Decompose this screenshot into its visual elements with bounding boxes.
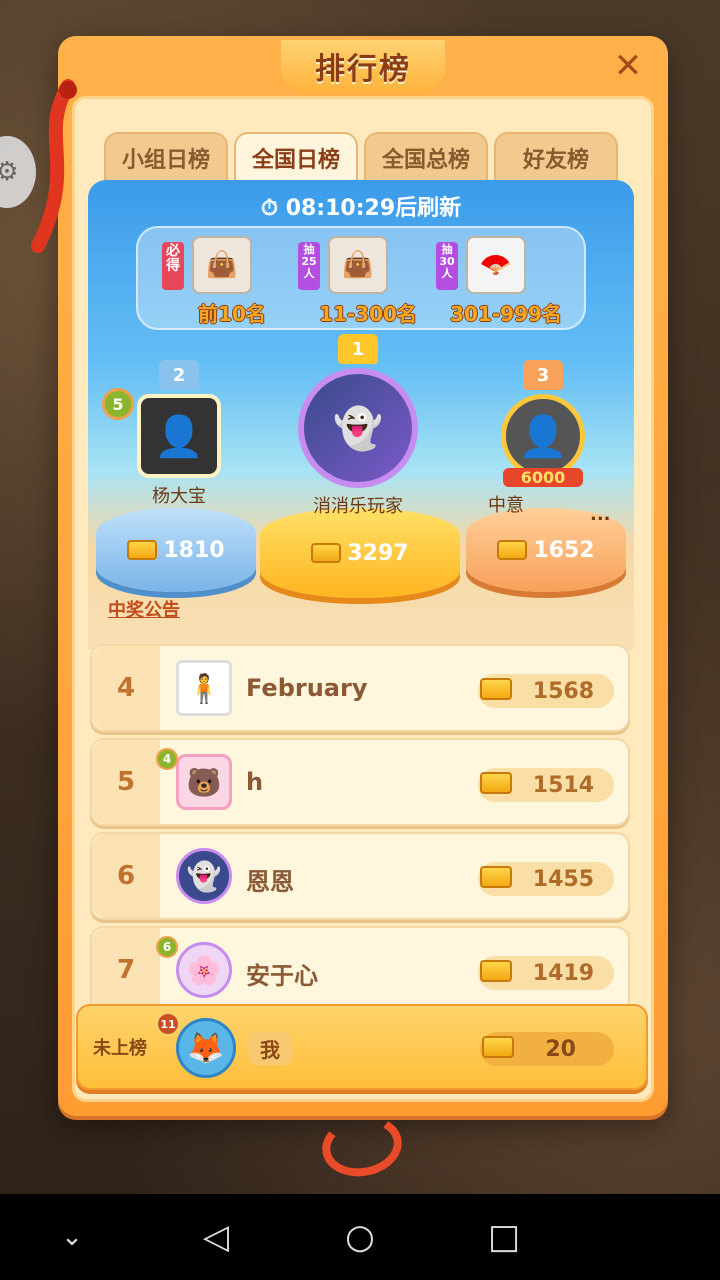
tab-friends[interactable]: 好友榜 [494,132,618,182]
bag-icon: 👜 [328,236,388,294]
system-nav-bar: ⌄ ◁ ○ □ [0,1194,720,1280]
podium-score: 1810 [163,537,225,563]
ranking-list: 4 🧍 February 1568 5 🐻 4 h 1514 6 👻 恩恩 14… [90,644,630,1020]
avatar: 🧍 [176,660,232,716]
list-item[interactable]: 5 🐻 4 h 1514 [90,738,630,826]
list-item[interactable]: 6 👻 恩恩 1455 [90,832,630,920]
podium-score: 1652 [533,537,595,563]
title-bar: 排行榜 ✕ [58,36,668,96]
avatar: 👻 [176,848,232,904]
rank-number: 5 [92,740,160,824]
clock-icon: ⏱ [260,196,279,221]
rank-number: 4 [92,646,160,730]
rank-number: 6 [92,834,160,918]
avatar: 🌸 [176,942,232,998]
nav-recent-icon[interactable]: □ [464,1217,544,1257]
avatar: 👤 [137,394,221,478]
winner-notice-link[interactable]: 中奖公告 [108,596,180,622]
tab-national-total[interactable]: 全国总榜 [364,132,488,182]
close-icon: ✕ [613,46,643,86]
puzzle-icon: ⚙ [0,157,19,187]
pedestal-1: 3297 [260,508,460,598]
level-badge: 5 [102,388,134,420]
prize-box: 必得 👜 前10名 抽25人 👜 11-300名 抽30人 🪭 301-999名 [136,226,586,330]
tab-group-daily[interactable]: 小组日榜 [104,132,228,182]
list-item[interactable]: 4 🧍 February 1568 [90,644,630,732]
podium-rank-3[interactable]: 3 👤 6000 中意 [488,360,598,517]
nav-home-icon[interactable]: ○ [320,1217,400,1257]
list-item[interactable]: 7 🌸 6 安于心 1419 [90,926,630,1014]
coin-icon [482,1036,514,1058]
tab-bar: 小组日榜 全国日榜 全国总榜 好友榜 [104,132,618,182]
more-indicator: ... [590,504,611,525]
page-title: 排行榜 [281,40,445,92]
prize-range: 301-999名 [450,302,562,326]
tab-national-daily[interactable]: 全国日榜 [234,132,358,182]
prize-301-999[interactable]: 抽30人 🪭 301-999名 [436,234,566,326]
pedestal-2: 1810 [96,508,256,592]
crown-icon: 1 [338,334,378,364]
avatar: 👻 [298,368,418,488]
avatar: 👤 [501,394,585,478]
prize-tag: 抽30人 [436,242,458,290]
podium-rank-1[interactable]: 1 👻 消消乐玩家 [288,334,428,518]
close-button[interactable]: ✕ [606,44,650,88]
podium-rank-2[interactable]: 2 👤 杨大宝 [124,360,234,508]
player-name: 消消乐玩家 [313,496,403,517]
nav-down-icon[interactable]: ⌄ [32,1222,112,1252]
refresh-timer-text: 08:10:29后刷新 [285,196,462,221]
level-badge: 4 [156,748,178,770]
coin-icon [127,540,158,560]
prize-tag: 抽25人 [298,242,320,290]
player-name: 安于心 [246,962,318,990]
crown-icon: 3 [523,360,563,390]
my-rank-row[interactable]: 未上榜 🦊 11 我 20 [76,1004,648,1090]
player-name: February [246,674,368,702]
fan-icon: 🪭 [466,236,526,294]
player-name: 我 [248,1032,292,1065]
player-name: 杨大宝 [152,486,206,507]
crown-icon: 2 [159,360,199,390]
coin-icon [311,543,342,563]
level-badge: 11 [156,1012,180,1036]
coin-icon [497,540,528,560]
level-badge: 6 [156,936,178,958]
avatar: 🐻 [176,754,232,810]
podium: 1810 3297 1652 2 👤 杨大宝 5 1 👻 消消乐玩家 3 👤 6… [88,330,634,630]
player-name: h [246,768,264,796]
podium-score: 3297 [347,540,409,566]
player-name: 中意 [488,495,524,516]
ribbon-decoration [31,79,77,253]
prize-range: 11-300名 [319,302,417,326]
avatar: 🦊 [176,1018,236,1078]
prize-top10[interactable]: 必得 👜 前10名 [162,234,292,326]
bag-icon: 👜 [192,236,252,294]
coin-icon [480,960,512,982]
coin-icon [480,678,512,700]
prize-tag: 必得 [162,242,184,290]
nav-back-icon[interactable]: ◁ [176,1217,256,1257]
refresh-timer: ⏱ 08:10:29后刷新 [88,190,634,222]
coin-icon [480,866,512,888]
prize-11-300[interactable]: 抽25人 👜 11-300名 [298,234,428,326]
player-name: 恩恩 [246,868,294,896]
coin-icon [480,772,512,794]
my-rank-label: 未上榜 [93,1038,147,1059]
score-badge: 6000 [503,468,583,487]
rank-number: 7 [92,928,160,1012]
